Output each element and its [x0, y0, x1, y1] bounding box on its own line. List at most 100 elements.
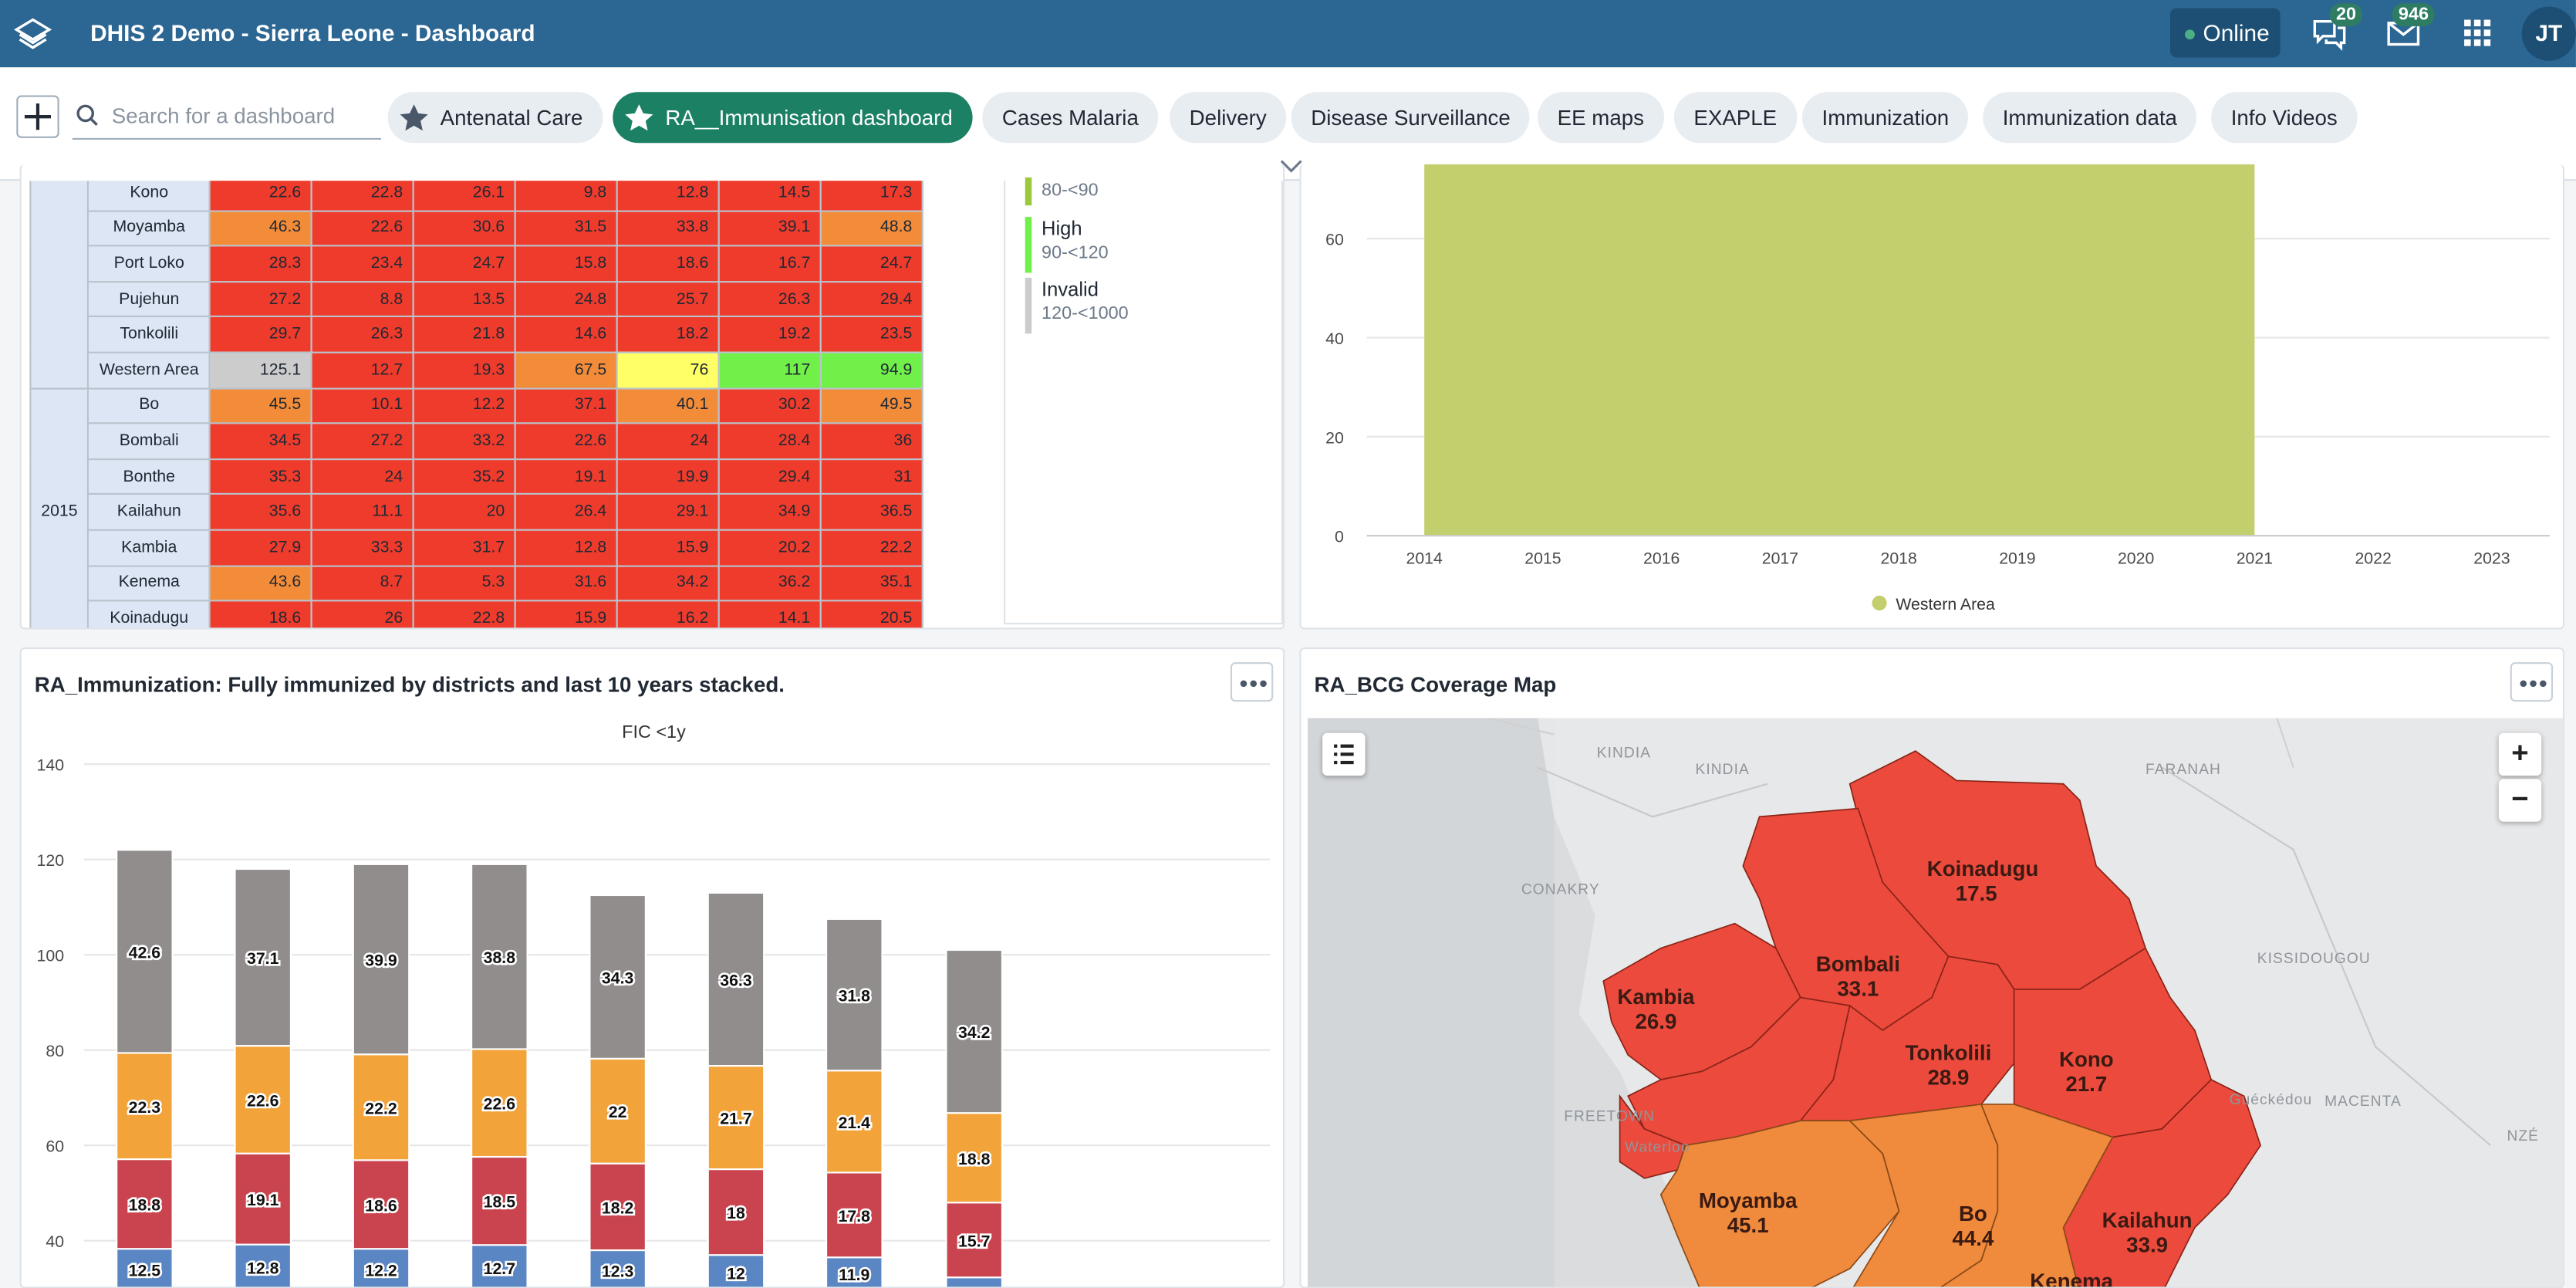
district-label: Kailahun 33.9 [2098, 1208, 2196, 1257]
value-cell: 33.8 [616, 209, 721, 247]
org-unit-cell: Western Area [87, 351, 211, 389]
legend-label: Western Area [1896, 595, 1995, 614]
y-tick-label: 80 [46, 1042, 64, 1060]
org-unit-cell: Tonkolili [87, 316, 211, 353]
map-legend-toggle-button[interactable] [1322, 732, 1366, 776]
data-label: 12.2 [365, 1261, 397, 1280]
value-cell: 12.8 [616, 181, 721, 211]
value-cell: 20.2 [718, 529, 822, 566]
y-tick-label: 40 [1325, 330, 1344, 348]
zoom-in-button[interactable]: + [2498, 732, 2542, 776]
search-input[interactable]: Search for a dashboard [112, 103, 335, 128]
dashboard-chip[interactable]: Delivery [1170, 92, 1287, 144]
value-cell: 36.5 [820, 493, 924, 531]
year-header-cell: 2015 [29, 387, 89, 628]
zoom-out-button[interactable]: − [2498, 779, 2542, 822]
data-label: 22 [609, 1103, 627, 1121]
map-panel-menu-button[interactable] [2510, 662, 2554, 702]
value-cell: 29.4 [820, 280, 924, 318]
value-cell: 33.2 [413, 422, 517, 460]
value-cell: 29.7 [208, 316, 313, 353]
dashboard-chip[interactable]: RA__Immunisation dashboard [613, 92, 973, 144]
dashboard-chip[interactable]: Cases Malaria [982, 92, 1159, 144]
district-value: 17.5 [1955, 881, 1997, 906]
grid-apps-icon[interactable] [2460, 15, 2496, 51]
dashboard-chip[interactable]: EE maps [1538, 92, 1664, 144]
value-cell: 30.2 [718, 387, 822, 424]
district-name: Kambia [1617, 984, 1695, 1009]
value-cell: 36 [820, 422, 924, 460]
value-cell: 19.1 [515, 458, 619, 495]
value-cell: 67.5 [515, 351, 619, 389]
dashboard-chip[interactable]: Disease Surveillance [1291, 92, 1531, 144]
dhis2-logo-icon[interactable] [13, 15, 52, 54]
value-cell: 20.5 [820, 600, 924, 628]
value-cell: 13.5 [413, 280, 517, 318]
data-label: 18.5 [484, 1193, 516, 1212]
x-tick-label: 2015 [1524, 549, 1561, 567]
place-label: KINDIA [1695, 760, 1750, 778]
dashboard-chip[interactable]: EXAPLE [1673, 92, 1797, 144]
legend-range: 90-<120 [1042, 243, 1109, 263]
value-cell: 22.6 [310, 209, 415, 247]
org-unit-cell: Koinadugu [87, 600, 211, 628]
x-tick-label: 2022 [2355, 549, 2391, 567]
district-value: 45.1 [1727, 1212, 1769, 1238]
value-cell: 14.5 [718, 181, 822, 211]
org-unit-cell: Bombali [87, 422, 211, 460]
place-label: KISSIDOUGOU [2257, 949, 2371, 967]
top-header: DHIS 2 Demo - Sierra Leone - Dashboard O… [0, 0, 2576, 68]
value-cell: 26.3 [310, 316, 415, 353]
value-cell: 14.1 [718, 600, 822, 628]
value-cell: 35.3 [208, 458, 313, 495]
pivot-table: Kono 22.6 22.8 26.1 9.8 12.8 14.5 17.3 Moyamba 46… [29, 181, 924, 628]
dashboard-chip[interactable]: Immunization [1801, 92, 1969, 144]
data-label: 42.6 [129, 943, 161, 962]
star-icon [400, 104, 428, 131]
data-label: 19.1 [247, 1191, 279, 1209]
data-label: 12.3 [602, 1262, 634, 1280]
place-label: NZÉ [2507, 1127, 2539, 1144]
x-tick-label: 2017 [1762, 549, 1798, 567]
org-unit-cell: Kenema [87, 564, 211, 602]
org-unit-cell: Bonthe [87, 458, 211, 495]
data-label: 12.7 [484, 1259, 515, 1278]
x-tick-label: 2021 [2237, 549, 2273, 567]
map-canvas[interactable]: Koinadugu 17.5 Bombali 33.1 Kambia 26.9 Tonkol… [1308, 718, 2563, 1287]
value-cell: 30.6 [413, 209, 517, 247]
legend-swatch [1872, 595, 1887, 611]
year-header-cell [29, 181, 89, 389]
org-unit-cell: Kailahun [87, 493, 211, 531]
map-title: RA_BCG Coverage Map [1314, 671, 1557, 697]
table-row: Kenema 43.6 8.7 5.3 31.6 34.2 36.2 35.1 [30, 564, 924, 602]
value-cell: 36.2 [718, 564, 822, 602]
value-cell: 12.8 [515, 529, 619, 566]
user-avatar[interactable]: JT [2521, 6, 2576, 61]
district-name: Bo [1958, 1201, 1987, 1226]
value-cell: 10.1 [310, 387, 415, 424]
value-cell: 117 [718, 351, 822, 389]
value-cell: 94.9 [820, 351, 924, 389]
district-label: Tonkolili 28.9 [1899, 1040, 1998, 1090]
x-tick-label: 2014 [1406, 549, 1443, 567]
value-cell: 8.8 [310, 280, 415, 318]
value-cell: 46.3 [208, 209, 313, 247]
district-name: Koinadugu [1926, 856, 2039, 881]
value-cell: 14.6 [515, 316, 619, 353]
value-cell: 35.1 [820, 564, 924, 602]
dashboard-search[interactable]: Search for a dashboard [72, 93, 382, 140]
inbox-count-badge: 946 [2392, 3, 2436, 27]
dashboard-chip[interactable]: Info Videos [2211, 92, 2358, 144]
dashboard-chip-label: Immunization [1821, 105, 1950, 130]
series-area [1424, 164, 2255, 536]
value-cell: 22.2 [820, 529, 924, 566]
dashboard-chip[interactable]: Antenatal Care [387, 92, 603, 144]
plus-icon [24, 103, 52, 130]
place-label: Waterloo [1624, 1138, 1690, 1155]
legend-color-swatch [1025, 277, 1032, 334]
value-cell: 15.8 [515, 245, 619, 282]
online-status: Online [2169, 8, 2281, 58]
add-dashboard-button[interactable] [16, 95, 59, 138]
district-value: 44.4 [1952, 1225, 1994, 1251]
dashboard-chip[interactable]: Immunization data [1983, 92, 2197, 144]
